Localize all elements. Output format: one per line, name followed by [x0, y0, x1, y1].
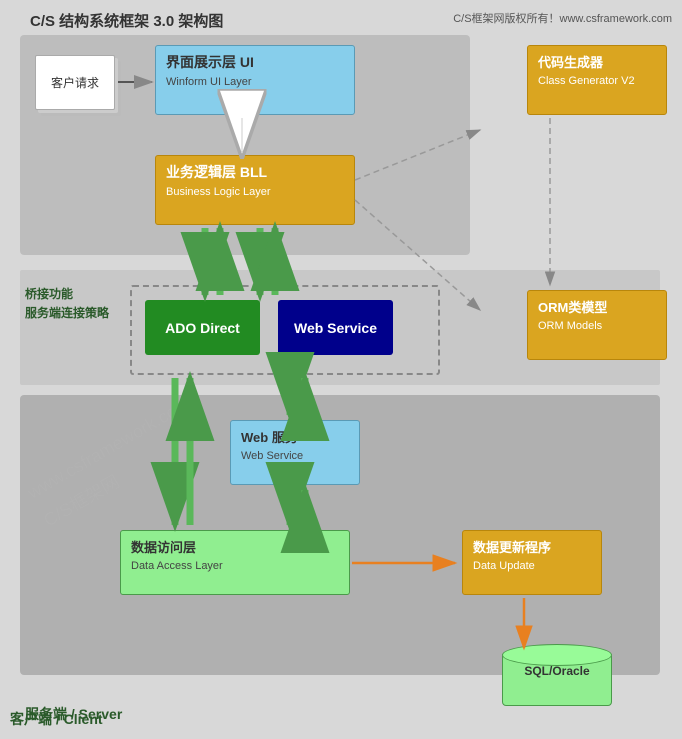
orm-sub: ORM Models	[538, 320, 656, 332]
dal-main: 数据访问层	[131, 537, 339, 556]
sql-oracle-label: SQL/Oracle	[502, 664, 612, 678]
bll-layer-sub: Business Logic Layer	[166, 186, 344, 198]
ui-layer-box: 界面展示层 UI Winform UI Layer	[155, 45, 355, 115]
bll-layer-box: 业务逻辑层 BLL Business Logic Layer	[155, 155, 355, 225]
kehu-box: 客户请求	[35, 55, 115, 110]
dal-sub: Data Access Layer	[131, 560, 339, 572]
codegen-sub: Class Generator V2	[538, 75, 656, 87]
copyright-text: C/S框架网版权所有！www.csframework.com	[453, 10, 672, 26]
web-service-server-main: Web 服务	[241, 427, 349, 446]
server-label: 服务端 / Server	[25, 704, 122, 724]
web-service-server-sub: Web Service	[241, 450, 349, 462]
main-container: C/S 结构系统框架 3.0 架构图 C/S框架网版权所有！www.csfram…	[0, 0, 682, 739]
page-title: C/S 结构系统框架 3.0 架构图	[30, 10, 223, 31]
codegen-box: 代码生成器 Class Generator V2	[527, 45, 667, 115]
web-service-bridge-label: Web Service	[294, 320, 377, 336]
data-update-sub: Data Update	[473, 560, 591, 572]
orm-box: ORM类模型 ORM Models	[527, 290, 667, 360]
orm-main: ORM类模型	[538, 297, 656, 316]
bridge-label-line1: 桥接功能	[25, 285, 109, 304]
bridge-label-line2: 服务端连接策略	[25, 304, 109, 323]
dal-box: 数据访问层 Data Access Layer	[120, 530, 350, 595]
codegen-main: 代码生成器	[538, 52, 656, 71]
data-update-box: 数据更新程序 Data Update	[462, 530, 602, 595]
data-update-main: 数据更新程序	[473, 537, 591, 556]
ado-direct-box: ADO Direct	[145, 300, 260, 355]
ado-direct-label: ADO Direct	[165, 320, 240, 336]
ui-layer-sub: Winform UI Layer	[166, 76, 344, 88]
cylinder-top	[502, 644, 612, 666]
ui-layer-main: 界面展示层 UI	[166, 52, 344, 72]
bridge-label: 桥接功能 服务端连接策略	[25, 285, 109, 323]
sql-oracle-cylinder: SQL/Oracle	[502, 644, 612, 709]
kehu-label: 客户请求	[51, 74, 99, 91]
web-service-server-box: Web 服务 Web Service	[230, 420, 360, 485]
web-service-bridge-box: Web Service	[278, 300, 393, 355]
bll-layer-main: 业务逻辑层 BLL	[166, 162, 344, 182]
